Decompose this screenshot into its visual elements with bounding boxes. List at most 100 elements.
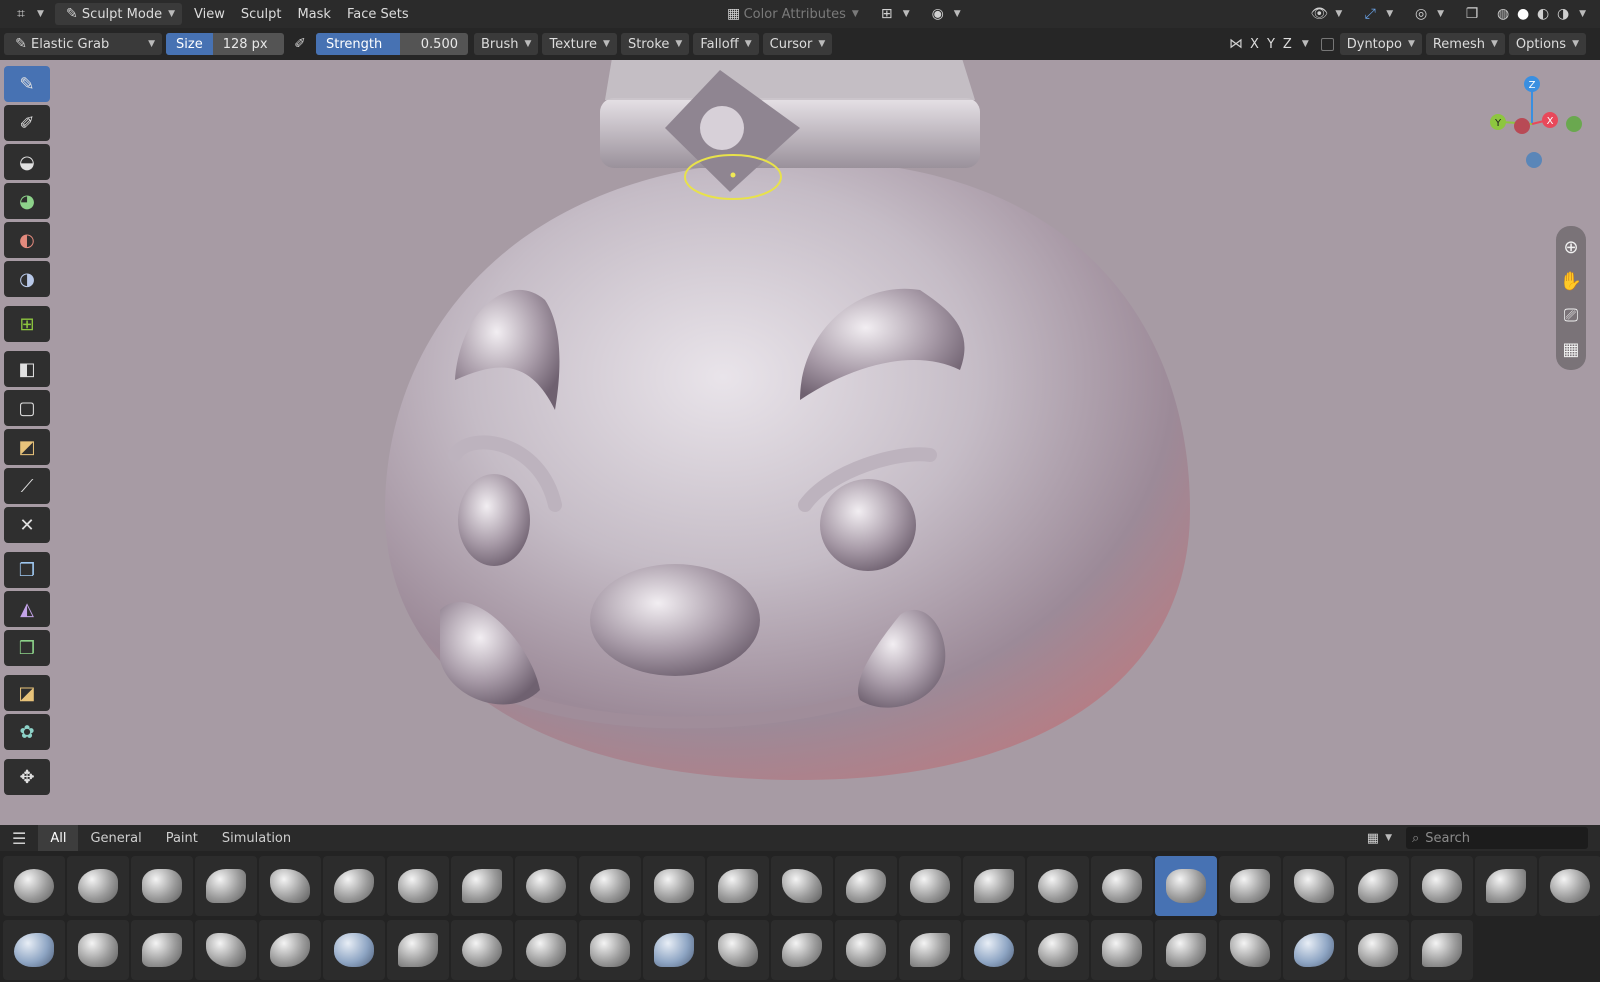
tab-general[interactable]: General bbox=[78, 825, 153, 851]
cloth-filter-tool[interactable]: ❐ bbox=[4, 552, 50, 588]
line-project-tool[interactable]: ⟋ bbox=[4, 468, 50, 504]
dyntopo-checkbox[interactable] bbox=[1320, 37, 1334, 51]
box-face-set-tool[interactable]: ▢ bbox=[4, 390, 50, 426]
brush-asset-thumbnail[interactable] bbox=[195, 856, 257, 916]
brush-asset-thumbnail[interactable] bbox=[131, 919, 193, 980]
brush-asset-thumbnail[interactable] bbox=[1475, 856, 1537, 916]
elastic-grab-tool[interactable]: ✎ bbox=[4, 66, 50, 102]
brush-asset-thumbnail[interactable] bbox=[643, 856, 705, 916]
brush-asset-thumbnail[interactable] bbox=[835, 856, 897, 916]
brush-asset-thumbnail[interactable] bbox=[67, 856, 129, 916]
box-mask-tool[interactable]: ⊞ bbox=[4, 306, 50, 342]
gizmo-neg-x-handle[interactable] bbox=[1514, 118, 1530, 134]
brush-asset-thumbnail[interactable] bbox=[515, 919, 577, 980]
pivot-button[interactable]: ◉ ▼ bbox=[921, 3, 968, 25]
brush-asset-thumbnail[interactable] bbox=[579, 856, 641, 916]
gizmo-neg-y-handle[interactable] bbox=[1566, 116, 1582, 132]
editor-type-button[interactable]: ⌗ ▼ bbox=[4, 3, 51, 25]
edit-face-set-tool[interactable]: ❒ bbox=[4, 630, 50, 666]
brush-asset-thumbnail[interactable] bbox=[323, 856, 385, 916]
brush-asset-thumbnail[interactable] bbox=[1027, 856, 1089, 916]
brush-asset-thumbnail[interactable] bbox=[1347, 919, 1409, 980]
brush-asset-thumbnail[interactable] bbox=[67, 919, 129, 980]
rendered-shading-icon[interactable]: ◑ bbox=[1553, 4, 1573, 24]
brush-asset-thumbnail[interactable] bbox=[771, 856, 833, 916]
mesh-filter-tool[interactable]: ✕ bbox=[4, 507, 50, 543]
mask-brush-tool[interactable]: ◒ bbox=[4, 144, 50, 180]
brush-asset-thumbnail[interactable] bbox=[3, 919, 65, 980]
grid-icon[interactable]: ▦ bbox=[1556, 332, 1586, 366]
annotate-tool[interactable]: ✿ bbox=[4, 714, 50, 750]
draw-brush-tool[interactable]: ✐ bbox=[4, 105, 50, 141]
pressure-pen-icon[interactable]: ✐ bbox=[290, 34, 310, 54]
brush-asset-thumbnail[interactable] bbox=[387, 919, 449, 980]
brush-asset-thumbnail[interactable] bbox=[707, 856, 769, 916]
brush-asset-thumbnail[interactable] bbox=[963, 856, 1025, 916]
brush-asset-thumbnail[interactable] bbox=[1219, 919, 1281, 980]
gizmo-neg-z-handle[interactable] bbox=[1526, 152, 1542, 168]
brush-asset-thumbnail[interactable] bbox=[899, 856, 961, 916]
brush-asset-thumbnail[interactable] bbox=[323, 919, 385, 980]
menu-sculpt[interactable]: Sculpt bbox=[233, 7, 290, 22]
brush-asset-thumbnail[interactable] bbox=[1411, 919, 1473, 980]
brush-asset-thumbnail[interactable] bbox=[131, 856, 193, 916]
brush-asset-thumbnail[interactable] bbox=[451, 919, 513, 980]
box-hide-tool[interactable]: ◧ bbox=[4, 351, 50, 387]
color-filter-tool[interactable]: ◭ bbox=[4, 591, 50, 627]
symmetry-chevron-icon[interactable]: ▼ bbox=[1302, 39, 1309, 49]
paint-brush-tool[interactable]: ◐ bbox=[4, 222, 50, 258]
visibility-button[interactable]: 👁 ▼ bbox=[1302, 3, 1349, 25]
brush-asset-thumbnail[interactable] bbox=[259, 919, 321, 980]
brush-asset-thumbnail[interactable] bbox=[707, 919, 769, 980]
brush-asset-thumbnail[interactable] bbox=[1283, 856, 1345, 916]
brush-asset-thumbnail[interactable] bbox=[1091, 919, 1153, 980]
display-settings-button[interactable]: ▦ ▼ bbox=[1355, 825, 1404, 851]
brush-asset-thumbnail[interactable] bbox=[835, 919, 897, 980]
brush-asset-thumbnail[interactable] bbox=[387, 856, 449, 916]
brush-asset-thumbnail[interactable] bbox=[451, 856, 513, 916]
options-dropdown[interactable]: Options ▼ bbox=[1508, 33, 1586, 55]
remesh-dropdown[interactable]: Remesh ▼ bbox=[1425, 33, 1505, 55]
smear-brush-tool[interactable]: ◑ bbox=[4, 261, 50, 297]
asset-shelf-menu-icon[interactable]: ☰ bbox=[0, 825, 38, 851]
stroke-dropdown[interactable]: Stroke ▼ bbox=[620, 33, 690, 55]
material-shading-icon[interactable]: ◐ bbox=[1533, 4, 1553, 24]
brush-asset-thumbnail[interactable] bbox=[1091, 856, 1153, 916]
face-set-brush-tool[interactable]: ◕ bbox=[4, 183, 50, 219]
mode-selector[interactable]: ✎ Sculpt Mode ▼ bbox=[54, 3, 182, 25]
asset-search-field[interactable]: ⌕ Search bbox=[1406, 827, 1588, 849]
menu-view[interactable]: View bbox=[186, 7, 233, 22]
cursor-dropdown[interactable]: Cursor ▼ bbox=[762, 33, 833, 55]
color-attributes-dropdown[interactable]: ▦ Color Attributes ▼ bbox=[717, 3, 866, 25]
3d-viewport[interactable]: Z Y X ⊕ ✋ ⎚ ▦ bbox=[0, 60, 1600, 825]
brush-asset-thumbnail[interactable] bbox=[963, 919, 1025, 980]
brush-asset-thumbnail[interactable] bbox=[259, 856, 321, 916]
solid-shading-icon[interactable]: ● bbox=[1513, 4, 1533, 24]
brush-dropdown[interactable]: Brush ▼ bbox=[474, 33, 539, 55]
brush-asset-thumbnail[interactable] bbox=[1219, 856, 1281, 916]
falloff-dropdown[interactable]: Falloff ▼ bbox=[693, 33, 759, 55]
xray-button[interactable]: ❐ bbox=[1455, 3, 1489, 25]
brush-asset-thumbnail[interactable] bbox=[771, 919, 833, 980]
brush-selector[interactable]: ✎ Elastic Grab ▼ bbox=[4, 33, 162, 55]
brush-asset-thumbnail[interactable] bbox=[1155, 856, 1217, 916]
zoom-icon[interactable]: ⊕ bbox=[1556, 230, 1586, 264]
navigation-gizmo[interactable]: Z Y X bbox=[1482, 68, 1582, 168]
brush-asset-thumbnail[interactable] bbox=[643, 919, 705, 980]
symmetry-z-toggle[interactable]: Z bbox=[1279, 33, 1296, 55]
brush-asset-thumbnail[interactable] bbox=[195, 919, 257, 980]
symmetry-y-toggle[interactable]: Y bbox=[1263, 33, 1279, 55]
shading-options-chevron-icon[interactable]: ▼ bbox=[1579, 9, 1586, 19]
brush-asset-thumbnail[interactable] bbox=[1411, 856, 1473, 916]
wireframe-shading-icon[interactable]: ◍ bbox=[1493, 4, 1513, 24]
camera-icon[interactable]: ⎚ bbox=[1556, 298, 1586, 332]
brush-asset-thumbnail[interactable] bbox=[1283, 919, 1345, 980]
brush-asset-thumbnail[interactable] bbox=[579, 919, 641, 980]
tab-paint[interactable]: Paint bbox=[154, 825, 210, 851]
menu-face-sets[interactable]: Face Sets bbox=[339, 7, 417, 22]
brush-asset-thumbnail[interactable] bbox=[1347, 856, 1409, 916]
texture-dropdown[interactable]: Texture ▼ bbox=[542, 33, 617, 55]
brush-asset-thumbnail[interactable] bbox=[1539, 856, 1600, 916]
tab-simulation[interactable]: Simulation bbox=[210, 825, 303, 851]
box-trim-tool[interactable]: ◩ bbox=[4, 429, 50, 465]
